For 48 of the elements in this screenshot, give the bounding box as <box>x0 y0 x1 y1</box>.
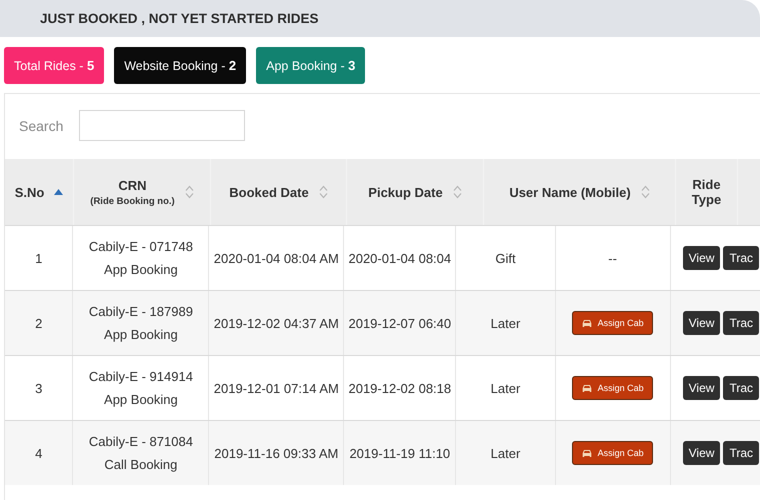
table-cell: Later <box>456 291 556 355</box>
table-cell: 2019-12-02 04:37 AM <box>209 291 344 355</box>
table-cell: 2019-11-16 09:33 AM <box>209 421 344 485</box>
action-button[interactable]: View <box>682 311 720 335</box>
counter-badge: Website Booking - 2 <box>114 47 246 84</box>
assign-cab-button[interactable]: Assign Cab <box>572 376 654 400</box>
table-cell: App Booking <box>104 262 178 277</box>
table-cell: 4 <box>5 421 74 485</box>
table-cell: Cabily-E - 914914 <box>88 369 193 384</box>
sort-icon[interactable] <box>318 185 328 199</box>
search-label: Search <box>19 118 64 134</box>
action-button[interactable]: View <box>682 246 720 270</box>
counter-badge: Total Rides - 5 <box>4 47 104 84</box>
action-button[interactable]: Trac <box>723 441 759 465</box>
car-icon <box>582 448 592 458</box>
car-icon <box>582 318 592 328</box>
table-cell: Later <box>456 421 556 485</box>
action-button[interactable]: View <box>682 441 720 465</box>
table-cell: App Booking <box>104 392 178 407</box>
table-cell: 2019-11-19 11:10 <box>344 421 456 485</box>
table-cell: 2 <box>5 291 74 355</box>
column-header-cell[interactable]: Pickup Date <box>347 159 484 225</box>
table-cell: Cabily-E - 187989 <box>88 304 193 319</box>
search-field[interactable] <box>79 110 246 141</box>
assign-cab-button[interactable]: Assign Cab <box>572 441 654 465</box>
sort-icon[interactable] <box>452 185 462 199</box>
assign-cab-button[interactable]: Assign Cab <box>572 311 654 335</box>
table-cell: 2019-12-07 06:40 <box>344 291 456 355</box>
table-cell: Cabily-E - 871084 <box>88 434 193 449</box>
action-button[interactable]: View <box>682 376 720 400</box>
column-header-cell[interactable]: S.No <box>5 159 74 225</box>
column-header-cell[interactable]: Ride Type <box>676 159 738 225</box>
column-header-cell[interactable]: Booked Date <box>211 159 347 225</box>
column-header-cell[interactable]: CRN (Ride Booking no.) <box>74 159 211 225</box>
table-cell: Cabily-E - 071748 <box>88 239 193 254</box>
action-button[interactable]: Trac <box>723 376 759 400</box>
sort-icon[interactable] <box>640 185 650 199</box>
counter-badge: App Booking - 3 <box>256 47 366 84</box>
sort-icon[interactable] <box>184 185 194 199</box>
panel-title: JUST BOOKED , NOT YET STARTED RIDES <box>40 11 319 26</box>
table-cell: -- <box>608 250 617 266</box>
column-header-cell[interactable]: User Name (Mobile) <box>484 159 676 225</box>
action-button[interactable]: Trac <box>723 311 759 335</box>
table-cell: Call Booking <box>104 457 178 472</box>
sort-ascending-icon[interactable] <box>54 189 64 195</box>
action-button[interactable]: Trac <box>723 246 759 270</box>
car-icon <box>582 384 592 392</box>
table-cell: App Booking <box>104 327 178 342</box>
